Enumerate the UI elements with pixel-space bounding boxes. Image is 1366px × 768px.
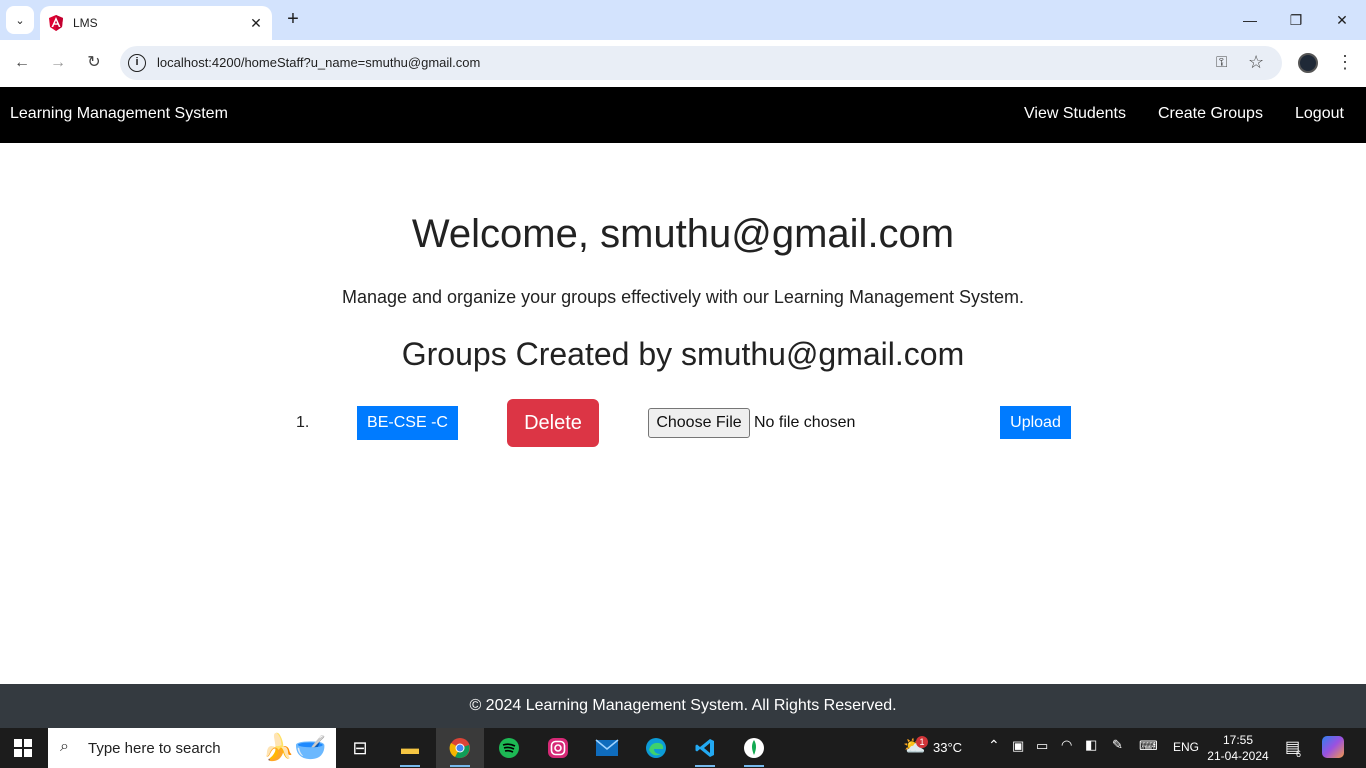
forward-icon[interactable]: → xyxy=(47,52,69,74)
footer-copyright: © 2024 Learning Management System. All R… xyxy=(469,697,897,714)
pen-icon[interactable]: ✎ xyxy=(1112,737,1123,753)
taskbar-search[interactable]: ⌕ Type here to search 🍌🥣 xyxy=(48,728,336,768)
search-icon: ⌕ xyxy=(60,738,69,755)
clock-date: 21-04-2024 xyxy=(1207,749,1269,763)
profile-avatar[interactable] xyxy=(1298,53,1318,73)
battery-icon[interactable]: ▭ xyxy=(1036,738,1048,754)
copilot-icon[interactable] xyxy=(1322,736,1344,758)
task-view-icon[interactable]: ⊟ xyxy=(336,728,384,768)
chrome-logo-icon xyxy=(449,738,470,759)
wifi-icon[interactable]: ◠ xyxy=(1061,737,1072,753)
tab-search-button[interactable]: ⌄ xyxy=(6,6,34,34)
minimize-icon[interactable]: — xyxy=(1240,10,1260,30)
nav-link-create-groups[interactable]: Create Groups xyxy=(1158,105,1263,123)
nav-link-view-students[interactable]: View Students xyxy=(1024,105,1126,123)
group-index: 1. xyxy=(296,414,310,431)
bookmark-star-icon[interactable]: ☆ xyxy=(1248,52,1264,73)
close-window-icon[interactable]: ✕ xyxy=(1332,10,1352,30)
chrome-icon[interactable] xyxy=(436,728,484,768)
show-hidden-icons[interactable]: ⌃ xyxy=(988,737,1000,754)
meet-now-icon[interactable]: ▣ xyxy=(1012,738,1024,754)
browser-menu-icon[interactable]: ⋮ xyxy=(1336,52,1354,74)
edge-icon[interactable] xyxy=(632,728,680,768)
mail-icon[interactable] xyxy=(583,728,631,768)
navbar-brand[interactable]: Learning Management System xyxy=(10,105,228,123)
search-highlight-icon: 🍌🥣 xyxy=(262,732,327,762)
windows-start-icon[interactable] xyxy=(14,739,32,757)
address-bar[interactable]: i localhost:4200/homeStaff?u_name=smuthu… xyxy=(120,46,1282,80)
taskbar-clock[interactable]: 17:55 21-04-2024 xyxy=(1203,732,1273,764)
weather-badge: 1 xyxy=(916,736,928,748)
delete-button[interactable]: Delete xyxy=(507,399,599,447)
page-footer: © 2024 Learning Management System. All R… xyxy=(0,684,1366,728)
tab-close-icon[interactable]: ✕ xyxy=(248,15,264,32)
tab-title: LMS xyxy=(73,16,98,30)
angular-icon xyxy=(49,15,63,31)
language-indicator[interactable]: ENG xyxy=(1173,740,1199,754)
restore-icon[interactable]: ❐ xyxy=(1286,10,1306,30)
file-status-text: No file chosen xyxy=(754,414,856,431)
browser-tab-strip: ⌄ LMS ✕ + — ❐ ✕ xyxy=(0,0,1366,40)
password-key-icon[interactable]: ⚿ xyxy=(1216,54,1227,71)
new-tab-button[interactable]: + xyxy=(282,9,304,31)
mongodb-compass-icon[interactable] xyxy=(730,728,778,768)
nav-link-logout[interactable]: Logout xyxy=(1295,105,1344,123)
clock-time: 17:55 xyxy=(1222,733,1254,747)
vscode-icon[interactable] xyxy=(681,728,729,768)
volume-icon[interactable]: ◧ xyxy=(1085,737,1097,753)
site-info-icon[interactable]: i xyxy=(128,54,146,72)
group-name-button[interactable]: BE-CSE -C xyxy=(357,406,458,440)
browser-tab[interactable]: LMS ✕ xyxy=(40,6,272,40)
groups-heading: Groups Created by smuthu@gmail.com xyxy=(401,336,965,372)
back-icon[interactable]: ← xyxy=(11,52,33,74)
url-text[interactable]: localhost:4200/homeStaff?u_name=smuthu@g… xyxy=(157,55,480,70)
os-taskbar: ⌕ Type here to search 🍌🥣 ⊟ ▬ ⛅ 1 33°C ⌃ … xyxy=(0,728,1366,768)
spotify-icon[interactable] xyxy=(485,728,533,768)
file-explorer-icon[interactable]: ▬ xyxy=(386,728,434,768)
keyboard-icon[interactable]: ⌨ xyxy=(1139,738,1158,754)
reload-icon[interactable]: ↻ xyxy=(83,52,105,74)
app-navbar: Learning Management System View Students… xyxy=(0,87,1366,143)
taskbar-search-placeholder[interactable]: Type here to search xyxy=(88,740,221,757)
upload-button[interactable]: Upload xyxy=(1000,406,1071,439)
weather-temperature[interactable]: 33°C xyxy=(933,740,962,755)
choose-file-button[interactable]: Choose File xyxy=(648,408,750,438)
welcome-heading: Welcome, smuthu@gmail.com xyxy=(411,212,955,256)
instagram-icon[interactable] xyxy=(534,728,582,768)
welcome-subtitle: Manage and organize your groups effectiv… xyxy=(341,287,1025,307)
browser-toolbar: ← → ↻ i localhost:4200/homeStaff?u_name=… xyxy=(0,40,1366,87)
notification-count: 6 xyxy=(1296,749,1302,759)
